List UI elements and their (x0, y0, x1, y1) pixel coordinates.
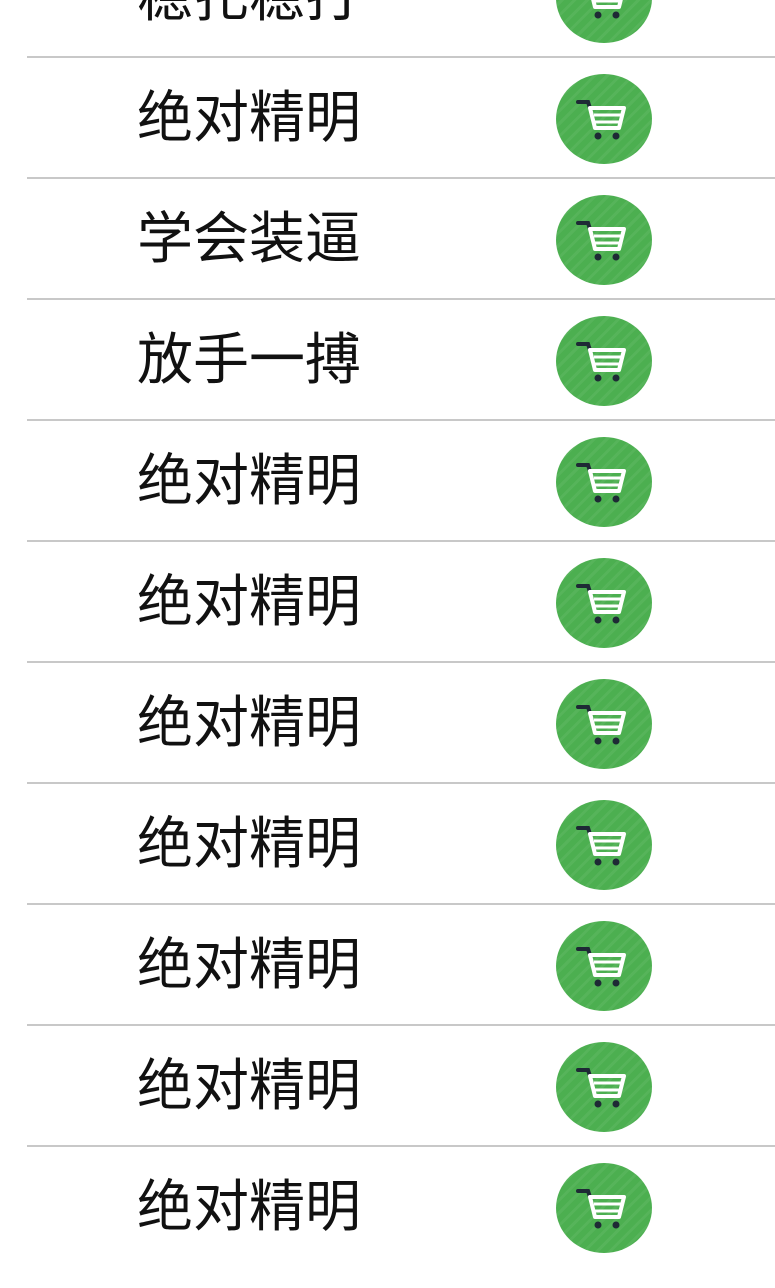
item-label: 绝对精明 (137, 86, 361, 151)
add-to-cart-button[interactable] (556, 800, 652, 890)
item-label: 绝对精明 (137, 1054, 361, 1119)
list-item[interactable]: 绝对精明 (0, 1147, 775, 1268)
shopping-cart-icon (576, 1189, 626, 1229)
add-to-cart-button[interactable] (556, 0, 652, 43)
item-label: 稳扎稳打 (137, 0, 361, 58)
list-item[interactable]: 绝对精明 (0, 58, 775, 179)
list-item[interactable]: 绝对精明 (0, 542, 775, 663)
add-to-cart-button[interactable] (556, 1042, 652, 1132)
shopping-cart-icon (591, 0, 623, 19)
item-label: 绝对精明 (137, 570, 361, 635)
shopping-cart-icon (576, 463, 626, 503)
add-to-cart-button[interactable] (556, 1163, 652, 1253)
list-item[interactable]: 放手一搏 (0, 300, 775, 421)
shopping-cart-icon (576, 947, 626, 987)
item-label: 绝对精明 (137, 812, 361, 877)
shopping-cart-icon (576, 584, 626, 624)
add-to-cart-button[interactable] (556, 921, 652, 1011)
shopping-cart-icon (576, 342, 626, 382)
item-label: 学会装逼 (137, 207, 361, 272)
shopping-cart-icon (576, 100, 626, 140)
list-item[interactable]: 学会装逼 (0, 179, 775, 300)
list-item[interactable]: 绝对精明 (0, 905, 775, 1026)
add-to-cart-button[interactable] (556, 316, 652, 406)
list-item[interactable]: 绝对精明 (0, 421, 775, 542)
item-label: 绝对精明 (137, 449, 361, 514)
list-item[interactable]: 绝对精明 (0, 1026, 775, 1147)
add-to-cart-button[interactable] (556, 437, 652, 527)
shopping-cart-icon (576, 221, 626, 261)
list-item[interactable]: 绝对精明 (0, 663, 775, 784)
item-label: 放手一搏 (137, 328, 361, 393)
add-to-cart-button[interactable] (556, 74, 652, 164)
list-item[interactable]: 稳扎稳打 (0, 0, 775, 58)
shopping-cart-icon (576, 705, 626, 745)
shopping-cart-icon (576, 826, 626, 866)
item-label: 绝对精明 (137, 1175, 361, 1240)
list-item[interactable]: 绝对精明 (0, 784, 775, 905)
item-label: 绝对精明 (137, 691, 361, 756)
add-to-cart-button[interactable] (556, 558, 652, 648)
item-label: 绝对精明 (137, 933, 361, 998)
item-list: 稳扎稳打 绝对精明 学会 (0, 0, 775, 1268)
shopping-cart-icon (576, 1068, 626, 1108)
add-to-cart-button[interactable] (556, 195, 652, 285)
add-to-cart-button[interactable] (556, 679, 652, 769)
